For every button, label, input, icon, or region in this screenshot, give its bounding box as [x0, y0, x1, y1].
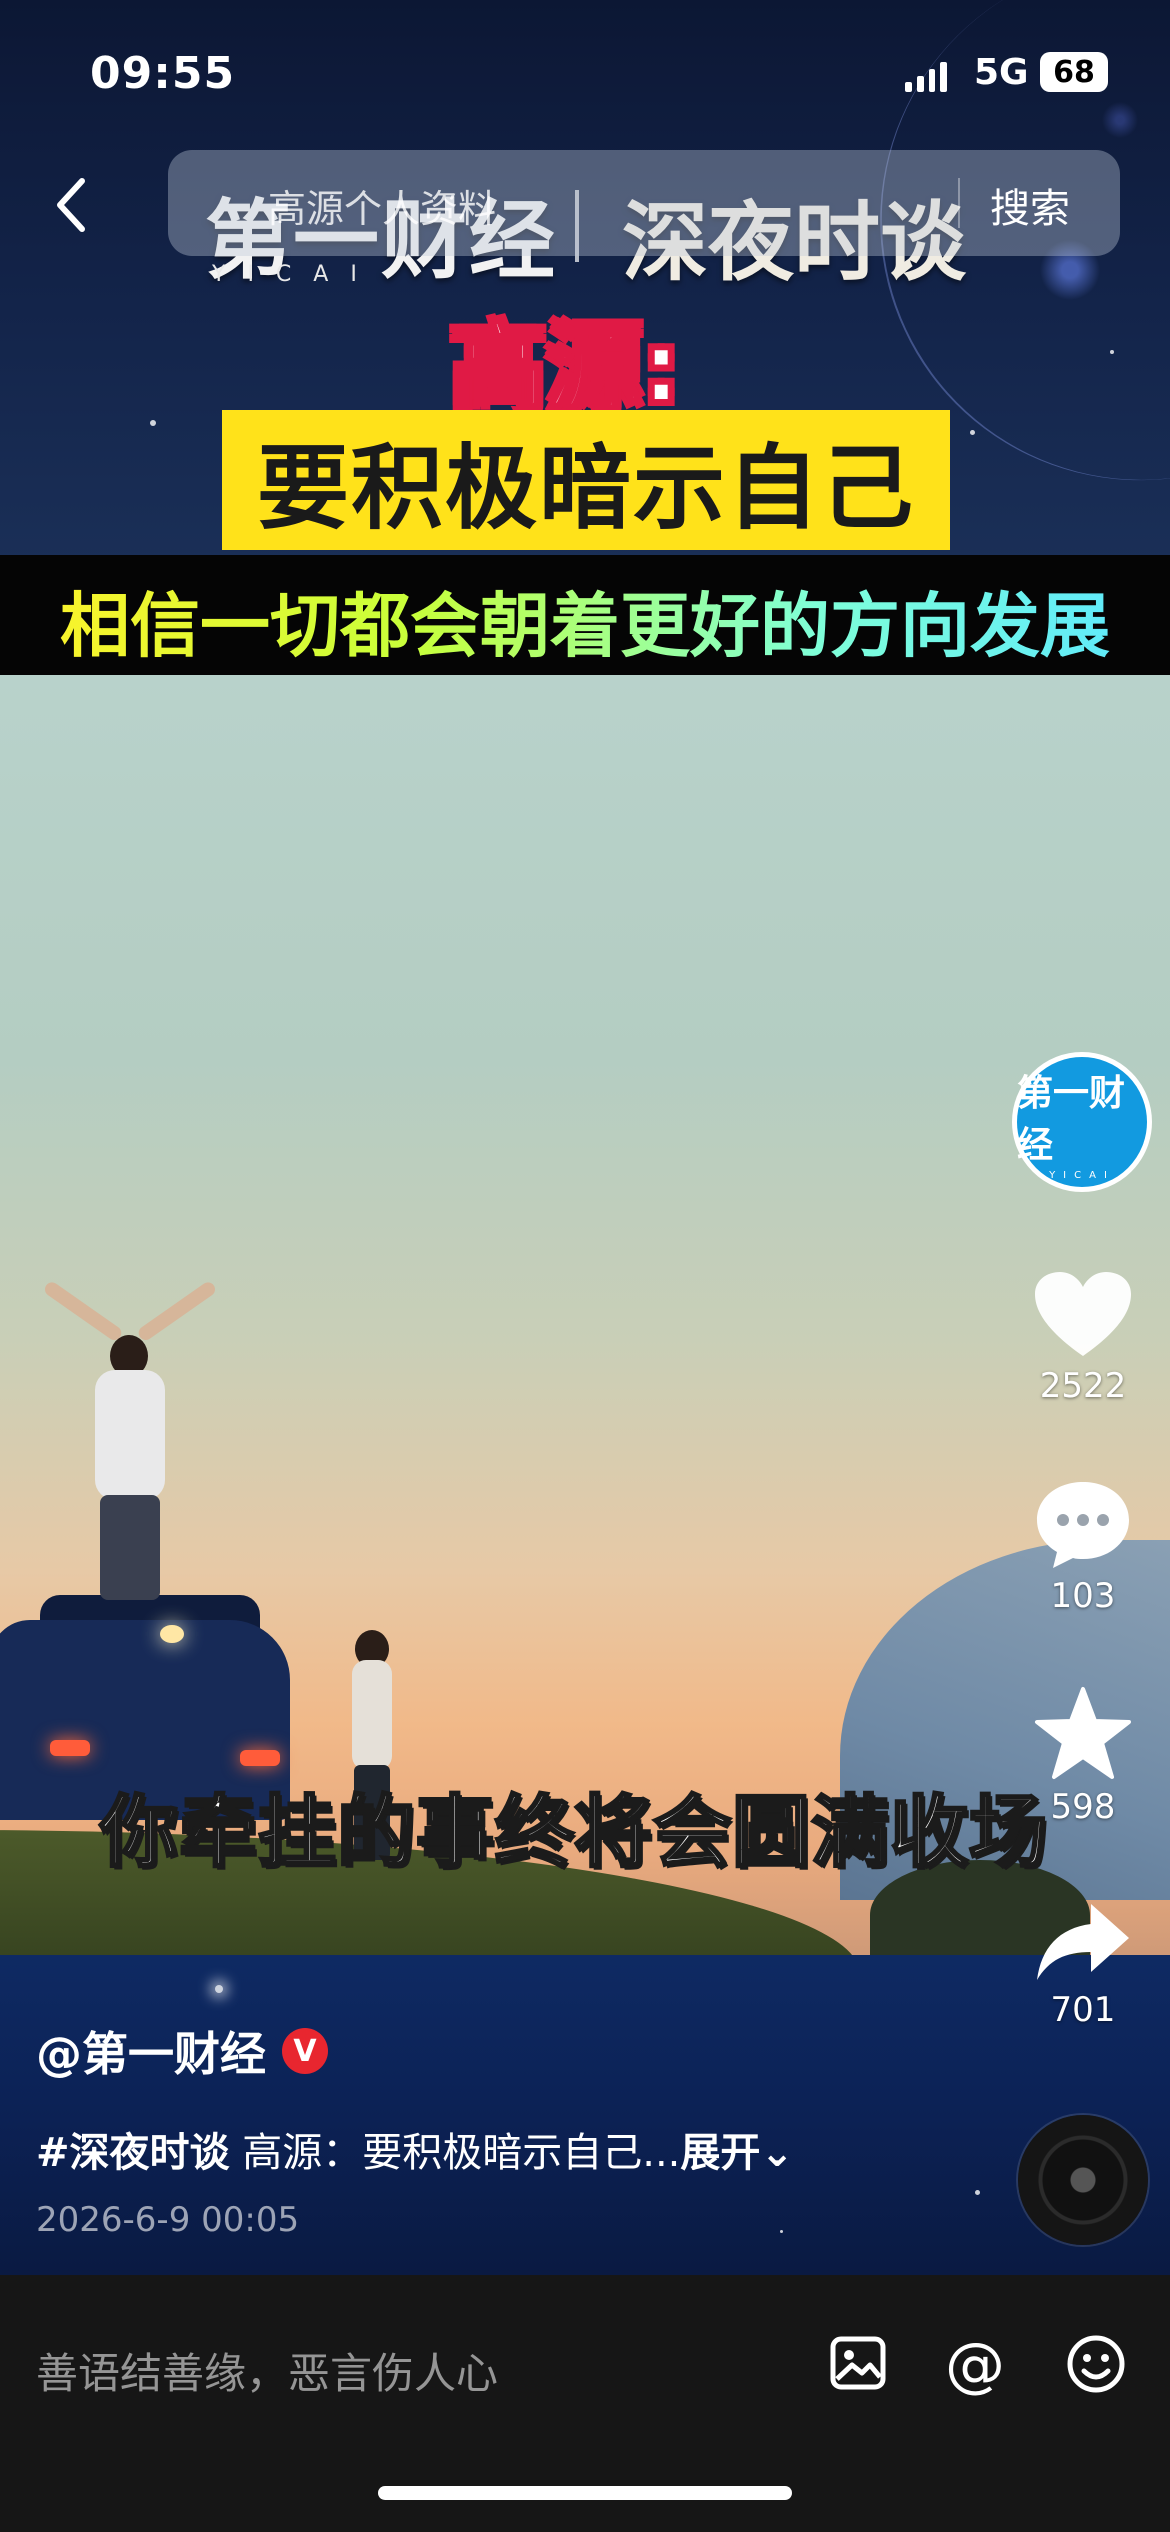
expand-button[interactable]: 展开⌄: [680, 2130, 794, 2176]
battery-indicator: 68: [1040, 52, 1108, 92]
image-icon[interactable]: [828, 2333, 888, 2397]
share-arrow-icon: [1037, 1904, 1129, 1980]
search-input[interactable]: 高源个人资料: [268, 178, 496, 233]
comment-button[interactable]: 103: [1018, 1478, 1148, 1616]
avatar-logo-sub: YICAI: [1049, 1169, 1115, 1181]
home-indicator[interactable]: [378, 2486, 792, 2500]
star-decoration: [975, 2190, 980, 2195]
avatar-logo-text: 第一财经: [1017, 1072, 1126, 1166]
star-decoration: [215, 1985, 223, 1993]
description-text: 高源：要积极暗示自己...: [229, 2130, 681, 2176]
author-name[interactable]: @第一财经: [36, 2018, 266, 2084]
video-caption: 你牵挂的事终将会圆满收场: [98, 1787, 1049, 1880]
video-woman: [352, 1660, 392, 1770]
share-button[interactable]: 701: [1018, 1900, 1148, 2030]
video-headline: 要积极暗示自己: [256, 434, 915, 542]
author-row[interactable]: @第一财经 V: [36, 2018, 328, 2084]
music-disc-button[interactable]: [1018, 2115, 1148, 2245]
search-divider: [958, 178, 960, 228]
favorite-count: 598: [1050, 1787, 1116, 1827]
star-decoration: [970, 430, 975, 435]
chevron-left-icon: [57, 178, 85, 232]
video-car-taillight: [240, 1750, 280, 1766]
hashtag-link[interactable]: #深夜时谈: [36, 2130, 230, 2176]
creator-avatar[interactable]: 第一财经 YICAI: [1012, 1052, 1152, 1192]
star-decoration: [780, 2230, 783, 2233]
like-count: 2522: [1039, 1366, 1127, 1406]
smiley-icon-svg: [1067, 2335, 1125, 2393]
video-person-standing: [95, 1370, 165, 1500]
video-car-light: [160, 1625, 184, 1643]
battery-level: 68: [1053, 54, 1095, 90]
star-decoration: [150, 420, 156, 426]
heart-icon: [1035, 1272, 1131, 1356]
status-time: 09:55: [90, 48, 236, 99]
video-headline-box: 要积极暗示自己: [222, 410, 950, 550]
video-speaker-name: 高源:: [448, 310, 682, 426]
chat-bubble-icon: [1037, 1482, 1129, 1568]
network-type: 5G: [974, 52, 1029, 93]
video-brand-logo-sub: YICAI: [212, 262, 379, 287]
favorite-button[interactable]: 598: [1018, 1685, 1148, 1827]
smiley-icon[interactable]: [1065, 2333, 1127, 2399]
signal-strength-icon: [905, 60, 947, 92]
verified-badge: V: [282, 2028, 328, 2074]
comment-count: 103: [1050, 1576, 1116, 1616]
at-icon[interactable]: @: [945, 2330, 1005, 2400]
search-button[interactable]: 搜索: [990, 176, 1070, 234]
video-subheadline: 相信一切都会朝着更好的方向发展: [10, 570, 1160, 671]
star-icon: [1035, 1687, 1131, 1779]
image-icon-svg: [830, 2336, 886, 2390]
post-description[interactable]: #深夜时谈 高源：要积极暗示自己...展开⌄: [36, 2120, 794, 2178]
video-person-legs: [100, 1495, 160, 1600]
like-button[interactable]: 2522: [1018, 1270, 1148, 1406]
share-count: 701: [1050, 1990, 1116, 2030]
post-date: 2026-6-9 00:05: [36, 2200, 300, 2240]
back-button[interactable]: [42, 165, 102, 245]
star-decoration: [1110, 350, 1114, 354]
video-car-taillight: [50, 1740, 90, 1756]
comment-input[interactable]: 善语结善缘，恶言伤人心: [36, 2340, 498, 2401]
